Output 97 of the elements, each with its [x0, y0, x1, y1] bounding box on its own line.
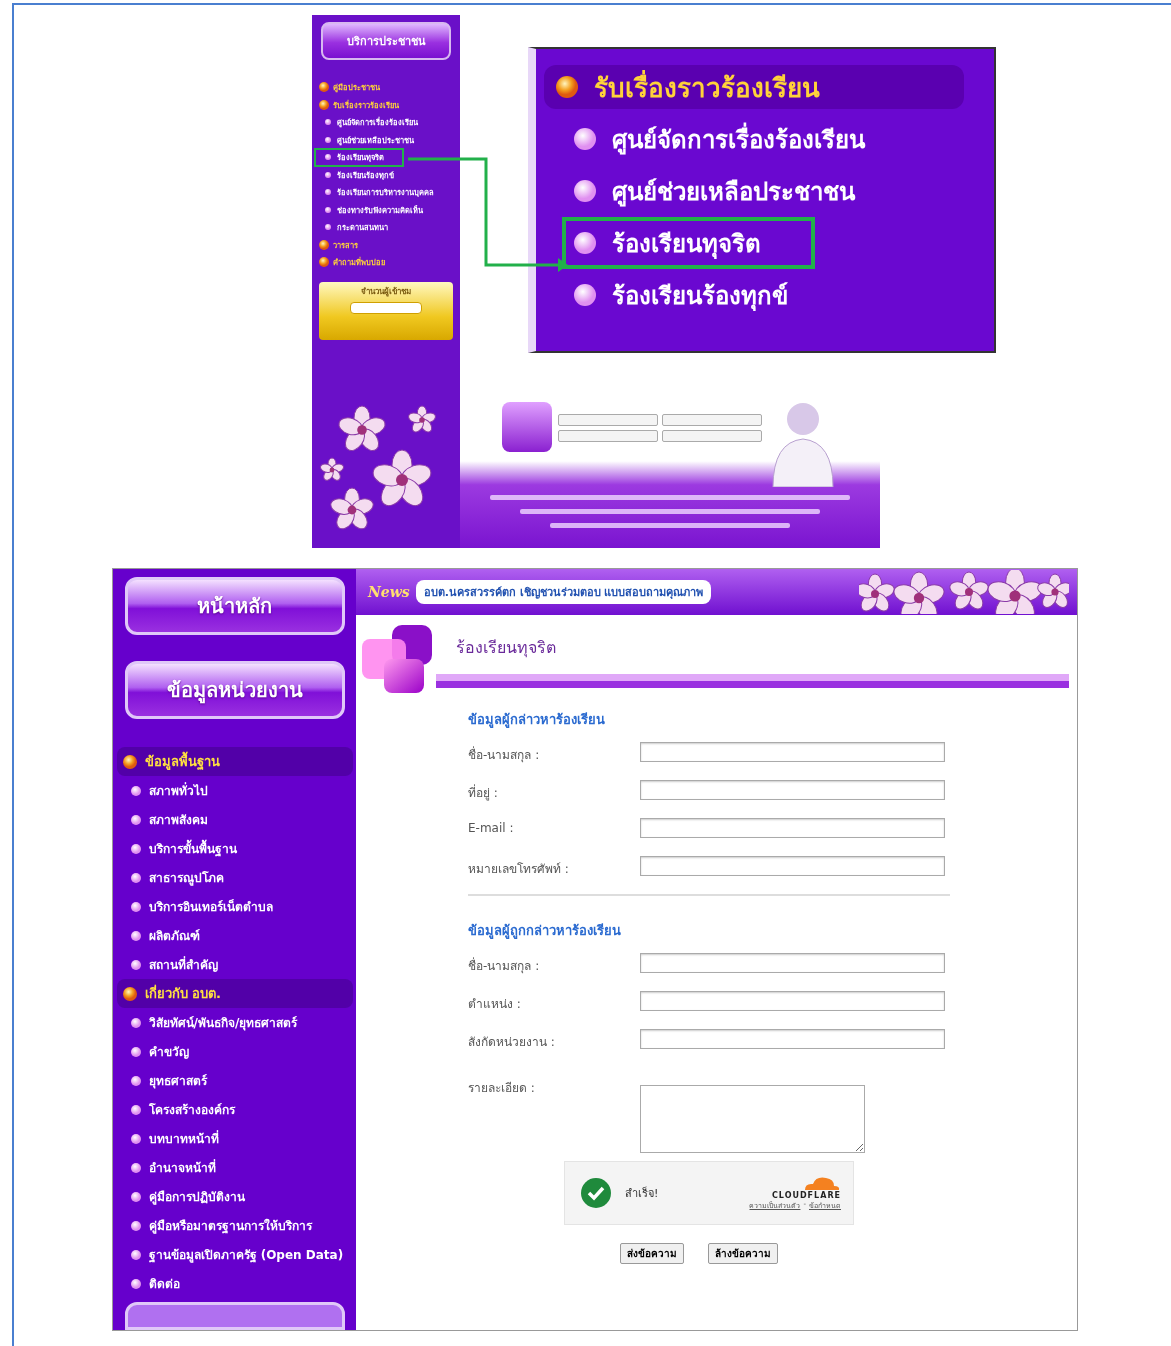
input-field[interactable] — [640, 991, 945, 1011]
bullet-icon — [325, 136, 331, 143]
menu-item[interactable]: ร้องเรียนทุจริต — [566, 221, 811, 265]
news-label: News — [368, 584, 410, 600]
menu-header-button[interactable] — [124, 1302, 345, 1330]
menu-item[interactable]: บทบาทหน้าที่ — [116, 1124, 353, 1154]
bullet-icon — [319, 257, 329, 268]
squares-icon — [362, 625, 432, 695]
menu-item[interactable]: ยุทธศาสตร์ — [116, 1066, 353, 1096]
bullet-icon — [130, 1278, 141, 1289]
bullet-icon — [130, 959, 141, 970]
menu-item[interactable]: ศูนย์จัดการเรื่องร้องเรียน — [566, 117, 994, 161]
menu-item[interactable]: สภาพทั่วไป — [116, 776, 353, 806]
menu-item[interactable]: สาธารณูปโภค — [116, 863, 353, 893]
section-heading: ข้อมูลผู้กล่าวหาร้องเรียน — [468, 711, 606, 730]
bullet-icon — [325, 224, 331, 231]
menu-item[interactable]: ข้อมูลพื้นฐาน — [116, 747, 353, 777]
input-field[interactable] — [640, 818, 945, 838]
bullet-icon — [130, 1046, 141, 1057]
field-label: ชื่อ-นามสกุล : — [468, 745, 541, 764]
bullet-icon — [574, 232, 596, 254]
counter-label: จำนวนผู้เข้าชม — [361, 285, 411, 298]
input-field[interactable] — [640, 1029, 945, 1049]
menu-item[interactable]: สภาพสังคม — [116, 805, 353, 835]
input-field[interactable] — [640, 953, 945, 973]
menu-item[interactable]: เกี่ยวกับ อบต. — [116, 979, 353, 1009]
brand-text: CLOUDFLARE — [772, 1191, 841, 1200]
menu-item[interactable]: วิสัยทัศน์/พันธกิจ/ยุทธศาสตร์ — [116, 1008, 353, 1038]
dropdown-field[interactable] — [558, 414, 658, 426]
bullet-icon — [122, 986, 137, 1001]
bullet-icon — [130, 930, 141, 941]
bullet-icon — [325, 206, 331, 213]
field-label: ตำแหน่ง : — [468, 996, 522, 1013]
field-label: E-mail : — [468, 820, 515, 835]
status-text: สำเร็จ! — [625, 1185, 659, 1202]
field-label: รายละเอียด : — [468, 1080, 536, 1097]
bullet-icon — [325, 119, 331, 126]
menu-header-button[interactable]: ข้อมูลหน่วยงาน — [124, 661, 345, 720]
input-field[interactable] — [640, 856, 945, 876]
menu-header-button[interactable]: บริการประชาชน — [321, 22, 451, 60]
checkmark-icon — [581, 1178, 611, 1208]
bullet-icon — [130, 1220, 141, 1231]
bullet-icon — [130, 872, 141, 883]
bullet-icon — [130, 1133, 141, 1144]
page-title: ร้องเรียนทุจริต — [456, 637, 557, 660]
menu-item[interactable]: บริการอินเทอร์เน็ตตำบล — [116, 892, 353, 922]
bullet-icon — [130, 1104, 141, 1115]
bullet-icon — [130, 1249, 141, 1260]
bullet-icon — [319, 82, 329, 93]
bullet-icon — [130, 1162, 141, 1173]
form-button[interactable]: ล้างข้อความ — [708, 1243, 778, 1264]
menu-item[interactable]: บริการขั้นพื้นฐาน — [116, 834, 353, 864]
menu-item[interactable]: สถานที่สำคัญ — [116, 950, 353, 980]
menu-item[interactable]: อำนาจหน้าที่ — [116, 1153, 353, 1183]
menu-item[interactable]: โครงสร้างองค์กร — [116, 1095, 353, 1125]
textarea-field[interactable] — [640, 1085, 865, 1153]
field-label: สังกัดหน่วยงาน : — [468, 1034, 556, 1051]
bullet-icon — [130, 901, 141, 912]
menu-header-button[interactable]: หน้าหลัก — [124, 577, 345, 636]
dropdown-field[interactable] — [662, 414, 762, 426]
menu-item[interactable]: คู่มือหรือมาตรฐานการให้บริการ — [116, 1211, 353, 1241]
input-field[interactable] — [640, 742, 945, 762]
menu-item[interactable]: ร้องเรียนร้องทุกข์ — [566, 273, 994, 317]
field-label: หมายเลขโทรศัพท์ : — [468, 861, 570, 878]
bullet-icon — [130, 1191, 141, 1202]
menu-item[interactable]: คู่มือการปฏิบัติงาน — [116, 1182, 353, 1212]
bullet-icon — [574, 128, 596, 150]
input-field[interactable] — [640, 780, 945, 800]
bullet-icon — [122, 754, 137, 769]
bullet-icon — [556, 76, 578, 98]
bullet-icon — [130, 843, 141, 854]
form-button[interactable]: ส่งข้อความ — [620, 1243, 684, 1264]
bullet-icon — [325, 189, 331, 196]
field-label: ชื่อ-นามสกุล : — [468, 956, 541, 975]
bullet-icon — [319, 239, 329, 250]
bullet-icon — [574, 284, 596, 306]
logo-tile — [502, 402, 552, 452]
menu-item[interactable]: รับเรื่องราวร้องเรียน — [544, 65, 964, 109]
menu-item[interactable]: ติดต่อ — [116, 1269, 353, 1299]
counter-digits-drawing — [350, 301, 422, 314]
field-label: ที่อยู่ : — [468, 783, 499, 802]
bullet-icon — [325, 154, 331, 161]
bullet-icon — [130, 1075, 141, 1086]
bullet-icon — [130, 785, 141, 796]
section-heading: ข้อมูลผู้ถูกกล่าวหาร้องเรียน — [468, 922, 622, 941]
menu-item[interactable]: คำขวัญ — [116, 1037, 353, 1067]
bullet-icon — [319, 99, 329, 110]
dropdown-field[interactable] — [662, 430, 762, 442]
menu-item[interactable]: ศูนย์ช่วยเหลือประชาชน — [566, 169, 994, 213]
bullet-icon — [574, 180, 596, 202]
dropdown-field[interactable] — [558, 430, 658, 442]
menu-item[interactable]: ผลิตภัณฑ์ — [116, 921, 353, 951]
menu-item[interactable]: ฐานข้อมูลเปิดภาครัฐ (Open Data) — [116, 1240, 353, 1270]
bullet-icon — [325, 171, 331, 178]
bullet-icon — [130, 814, 141, 825]
bullet-icon — [130, 1017, 141, 1028]
news-ticker-link[interactable]: อบต.นครสวรรค์ตก เชิญชวนร่วมตอบ แบบสอบถามคุณภาพ — [415, 580, 712, 604]
